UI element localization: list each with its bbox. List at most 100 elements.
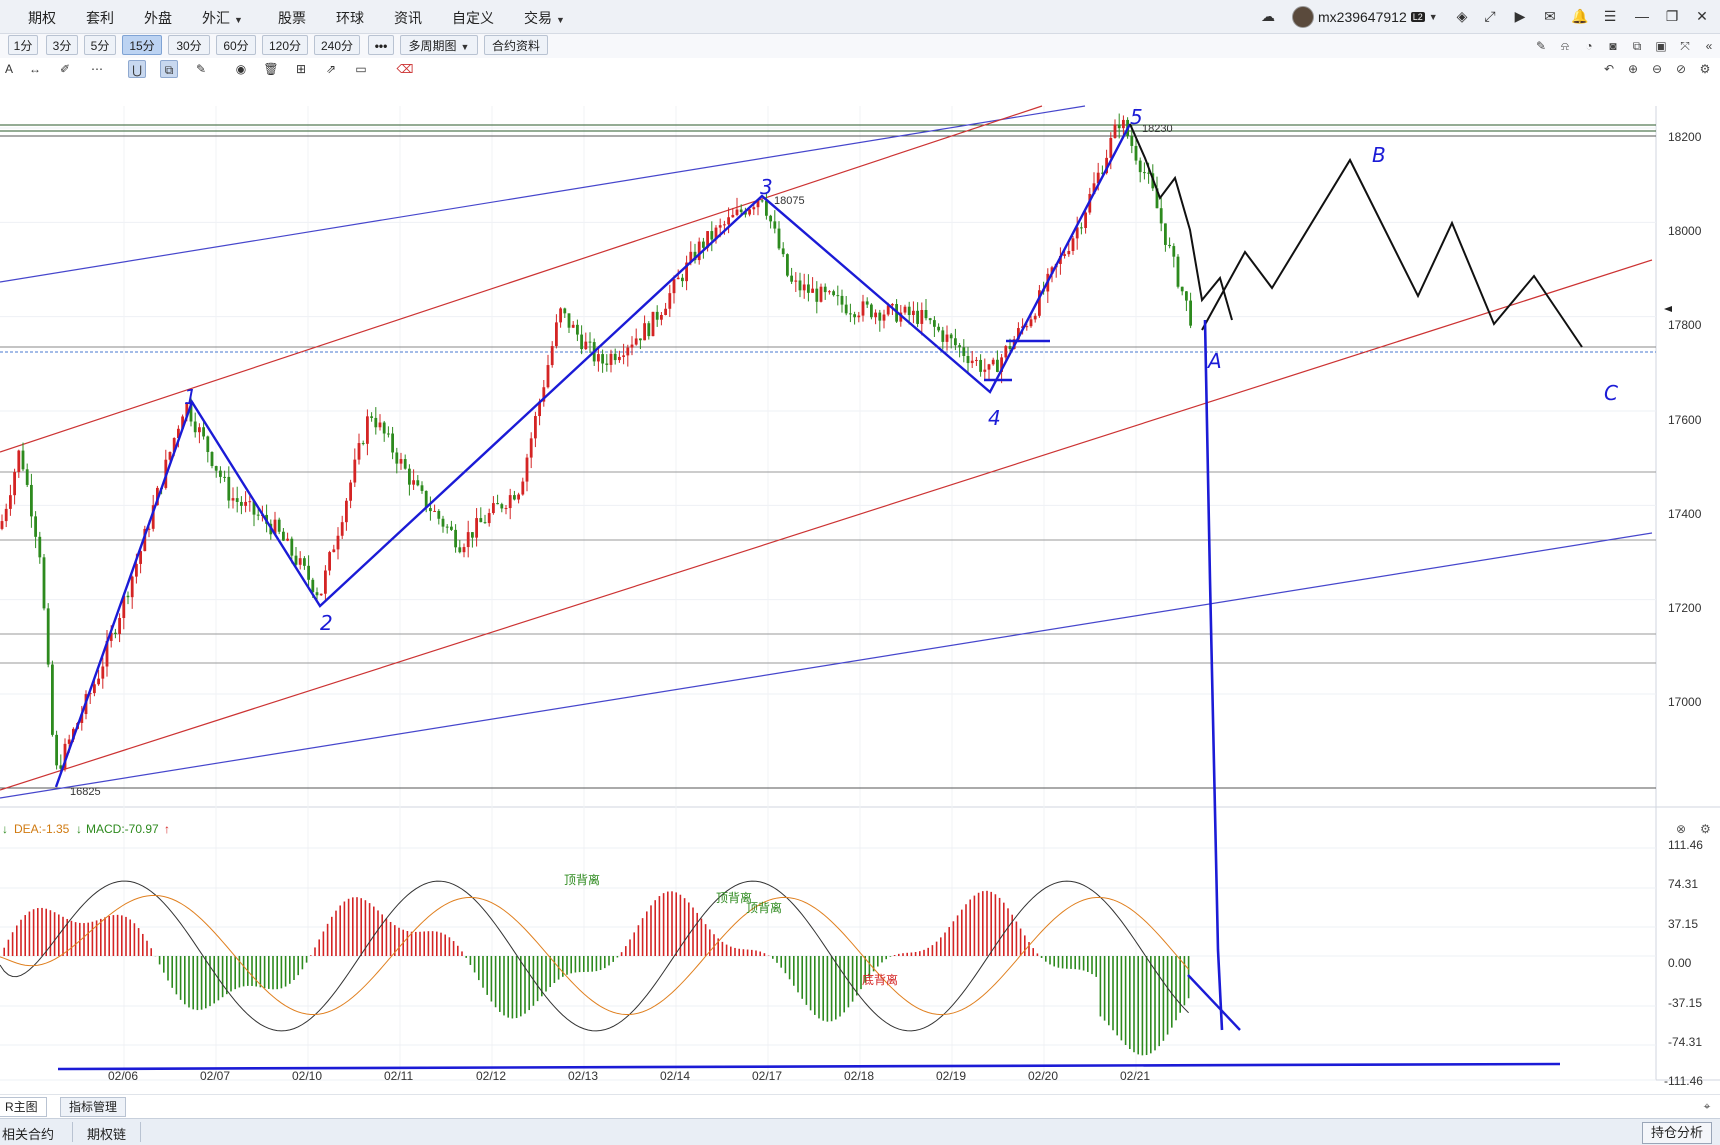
candle-body — [521, 481, 525, 495]
candle-body — [550, 346, 554, 366]
lock-drawing-icon[interactable]: ⧉ — [160, 60, 178, 78]
tf-60min-button[interactable]: 60分 — [216, 35, 256, 55]
candle-body — [1029, 319, 1033, 327]
menu-item-forex[interactable]: 外汇 ▼ — [202, 8, 243, 28]
candle-body — [567, 313, 571, 328]
candle-body — [853, 314, 856, 318]
candle-body — [513, 495, 516, 500]
mail-icon[interactable]: ✉ — [1540, 6, 1560, 26]
candle-body — [382, 422, 386, 434]
camera-icon[interactable]: ◙ — [1604, 37, 1622, 55]
eye-icon[interactable]: ◉ — [232, 60, 250, 78]
candle-body — [681, 277, 684, 282]
tf-15min-button[interactable]: 15分 — [122, 35, 162, 55]
divergence-label: 底背离 — [862, 972, 898, 987]
kline-chart[interactable]: 1 2 3 4 5 A B C 18200 18000 17800 17600 17400 1… — [0, 80, 1720, 1090]
position-analysis-button[interactable]: 持仓分析 — [1641, 1122, 1712, 1144]
tf-1min-button[interactable]: 1分 — [8, 35, 38, 55]
menu-item-arbitrage[interactable]: 套利 — [86, 8, 114, 28]
close-indicator-icon[interactable]: ⊗ — [1676, 822, 1686, 836]
related-contracts-tab[interactable]: 相关合约 — [2, 1124, 54, 1143]
menu-item-stocks[interactable]: 股票 — [278, 8, 306, 28]
zoom-in-icon[interactable]: ⊕ — [1624, 60, 1642, 78]
restore-icon[interactable]: ❐ — [1662, 6, 1682, 26]
menu-item-options[interactable]: 期权 — [28, 8, 56, 28]
comment-icon[interactable]: ▭ — [352, 60, 370, 78]
text-tool[interactable]: A — [0, 60, 18, 78]
location-pin-icon[interactable]: ⌖ — [1698, 1097, 1716, 1115]
candle-body — [378, 422, 382, 428]
minimize-icon[interactable]: — — [1632, 6, 1652, 26]
indicator-manager-tab[interactable]: 指标管理 — [60, 1097, 127, 1117]
candle-body — [387, 433, 390, 435]
tf-240min-button[interactable]: 240分 — [314, 35, 360, 55]
alert-icon[interactable]: ⍾ — [1556, 37, 1574, 55]
user-account[interactable]: mx239647912 L2 ▼ — [1292, 6, 1438, 28]
candle-body — [870, 304, 873, 318]
bell-icon[interactable]: 🔔 — [1570, 6, 1590, 26]
candle-body — [983, 369, 987, 372]
edit-icon[interactable]: ✎ — [192, 60, 210, 78]
option-chain-tab[interactable]: 期权链 — [72, 1122, 142, 1142]
zoom-out-icon[interactable]: ⊖ — [1648, 60, 1666, 78]
tf-3min-button[interactable]: 3分 — [46, 35, 78, 55]
timeframe-toolbar: 1分 3分 5分 15分 30分 60分 120分 240分 ••• 多周期图 ▼… — [0, 34, 1720, 58]
menu-item-custom[interactable]: 自定义 — [452, 8, 494, 28]
candle-body — [227, 476, 231, 501]
menu-item-trade[interactable]: 交易 ▼ — [524, 8, 565, 28]
cloud-icon[interactable]: ☁ — [1258, 6, 1278, 26]
pen-icon[interactable]: ✎ — [1532, 37, 1550, 55]
export-icon[interactable]: ⇗ — [322, 60, 340, 78]
candle-body — [1033, 315, 1037, 320]
eraser-icon[interactable]: ⌫ — [396, 60, 414, 78]
candle-body — [135, 563, 138, 577]
multi-period-chart-button[interactable]: 多周期图 ▼ — [400, 35, 478, 55]
grid-icon[interactable]: ⊞ — [292, 60, 310, 78]
tf-30min-button[interactable]: 30分 — [168, 35, 210, 55]
candle-body — [1180, 286, 1184, 292]
candle-body — [773, 221, 777, 229]
menu-item-news[interactable]: 资讯 — [394, 8, 422, 28]
candle-body — [13, 472, 16, 496]
brush-tool-icon[interactable]: ✐ — [56, 60, 74, 78]
date-tick: 02/10 — [292, 1069, 322, 1083]
line-tool-icon[interactable]: ↔ — [26, 60, 44, 78]
trash-icon[interactable]: 🗑 — [262, 60, 280, 78]
macd-tick: -111.46 — [1664, 1074, 1703, 1088]
candle-body — [130, 576, 134, 598]
tf-120min-button[interactable]: 120分 — [262, 35, 308, 55]
candle-body — [815, 288, 819, 302]
video-icon[interactable]: ▶ — [1510, 6, 1530, 26]
contract-info-button[interactable]: 合约资料 — [484, 35, 548, 55]
indicator-settings-icon[interactable]: ⚙ — [1700, 822, 1711, 836]
magnet-icon[interactable]: ⋃ — [128, 60, 146, 78]
close-icon[interactable]: ✕ — [1692, 6, 1712, 26]
undo-icon[interactable]: ↶ — [1600, 60, 1618, 78]
expand-icon[interactable]: ⤢ — [1480, 6, 1500, 26]
main-chart-tab[interactable]: R主图 — [0, 1097, 47, 1117]
candle-body — [962, 347, 966, 357]
menu-icon[interactable]: ☰ — [1600, 6, 1620, 26]
copy-icon[interactable]: ⧉ — [1628, 37, 1646, 55]
window-icon[interactable]: ▣ — [1652, 37, 1670, 55]
more-timeframes-button[interactable]: ••• — [368, 35, 394, 55]
menu-item-global[interactable]: 环球 — [336, 8, 364, 28]
tf-5min-button[interactable]: 5分 — [84, 35, 116, 55]
candle-body — [836, 295, 840, 297]
price-tick: 18000 — [1668, 224, 1702, 238]
candle-body — [391, 433, 394, 453]
reset-zoom-icon[interactable]: ⊘ — [1672, 60, 1690, 78]
layers-icon[interactable]: ◈ — [1452, 6, 1472, 26]
chart-area[interactable]: 1 2 3 4 5 A B C 18200 18000 17800 17600 17400 1… — [0, 80, 1720, 1088]
menu-item-foreign-market[interactable]: 外盘 — [144, 8, 172, 28]
chart-settings-icon[interactable]: ⚙ — [1696, 60, 1714, 78]
candle-body — [765, 200, 768, 216]
reminder-icon[interactable]: ◔ — [1580, 37, 1598, 55]
candle-body — [319, 593, 323, 596]
current-price-marker — [1664, 306, 1672, 312]
more-tools-icon[interactable]: ⋯ — [88, 60, 106, 78]
fullscreen-icon[interactable]: ⤧ — [1676, 37, 1694, 55]
candle-body — [651, 311, 655, 337]
candle-body — [1189, 300, 1192, 326]
collapse-left-icon[interactable]: « — [1700, 37, 1718, 55]
